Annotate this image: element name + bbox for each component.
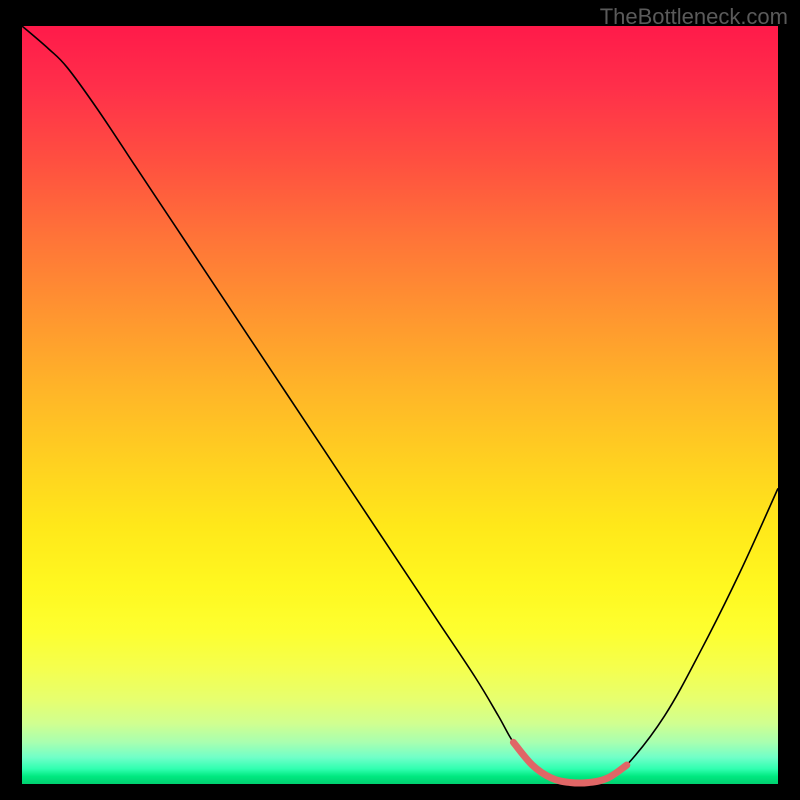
chart-plot-area xyxy=(22,26,778,784)
low-bottleneck-highlight xyxy=(513,742,626,783)
bottleneck-curve-line xyxy=(22,26,778,783)
watermark-text: TheBottleneck.com xyxy=(600,4,788,30)
chart-svg xyxy=(22,26,778,784)
